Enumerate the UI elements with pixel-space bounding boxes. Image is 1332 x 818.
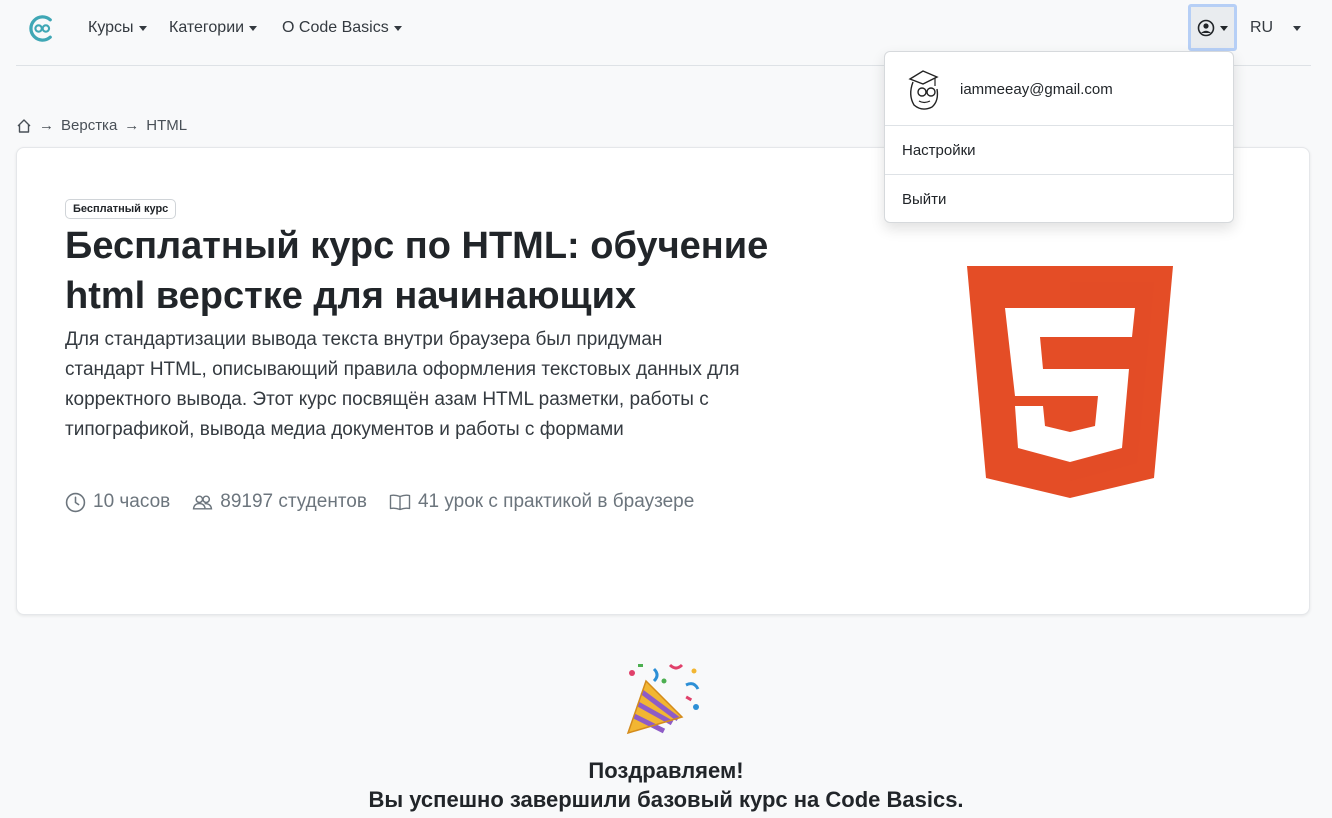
stat-duration: 10 часов [65,491,170,513]
nav-about-label: О Code Basics [282,19,389,36]
chevron-down-icon [249,26,258,31]
user-circle-icon [1197,19,1215,36]
chevron-down-icon [138,26,147,31]
avatar [908,70,939,110]
chevron-down-icon [1220,25,1228,31]
home-icon[interactable] [16,118,32,134]
users-icon [193,494,213,510]
nav-about[interactable]: О Code Basics [282,19,402,37]
party-popper-icon [626,663,700,735]
breadcrumb-link-verstka[interactable]: Верстка [61,117,117,134]
breadcrumb-separator: → [124,117,140,134]
breadcrumb: → Верстка → HTML [16,117,187,134]
language-label: RU [1250,19,1274,36]
stat-students: 89197 студентов [192,491,367,513]
language-selector[interactable]: RU [1250,19,1302,37]
breadcrumb-separator: → [39,117,54,134]
user-dropdown-menu: iammeeay@gmail.com Настройки Выйти [884,51,1234,223]
menu-item-logout[interactable]: Выйти [885,175,1233,224]
free-course-badge: Бесплатный курс [65,199,177,219]
congrats-message: Поздравляем! Вы успешно завершили базовы… [0,756,1332,814]
user-email: iammeeay@gmail.com [960,81,1113,98]
dropdown-user-info: iammeeay@gmail.com [885,52,1233,126]
html5-logo [967,266,1173,498]
nav-categories-label: Категории [169,19,245,36]
stat-lessons: 41 урок с практикой в браузере [389,491,694,513]
course-title: Бесплатный курс по HTML: обучение html в… [65,225,769,317]
nav-courses[interactable]: Курсы [88,19,147,37]
chevron-down-icon [1293,26,1302,31]
stat-duration-label: 10 часов [93,491,171,512]
chevron-down-icon [393,26,402,31]
congrats-subtitle: Вы успешно завершили базовый курс на Cod… [368,787,964,812]
nav-courses-label: Курсы [88,19,134,36]
nav-categories[interactable]: Категории [169,19,258,37]
stat-lessons-label: 41 урок с практикой в браузере [417,491,695,512]
stat-students-label: 89197 студентов [220,491,367,512]
code-basics-logo-icon[interactable] [27,14,56,43]
breadcrumb-link-html[interactable]: HTML [146,117,187,134]
course-description: Для стандартизации вывода текста внутри … [65,329,740,440]
book-icon [389,493,411,510]
menu-item-settings[interactable]: Настройки [885,126,1233,175]
course-stats: 10 часов 89197 студентов 41 урок с практ… [65,491,694,513]
clock-icon [65,492,86,512]
user-menu-button[interactable] [1188,4,1237,51]
congrats-title: Поздравляем! [588,758,744,783]
